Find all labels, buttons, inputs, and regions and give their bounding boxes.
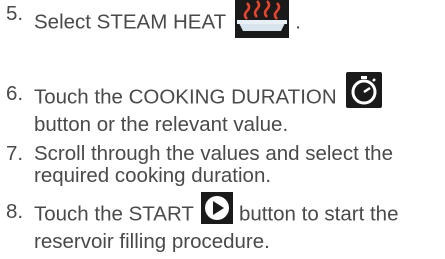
step-text: Scroll through the values and select the	[34, 142, 393, 165]
step-text: Touch the COOKING DURATION	[34, 85, 337, 109]
step-text: reservoir filling procedure.	[34, 230, 270, 253]
step-number: 6.	[6, 82, 24, 105]
play-icon	[201, 192, 234, 230]
step-number: 8.	[6, 200, 24, 223]
step-number: 5.	[6, 2, 24, 25]
step-text: button or the relevant value.	[34, 113, 289, 136]
step-text: required cooking duration.	[34, 164, 272, 187]
step-text: Select STEAM HEAT	[34, 10, 226, 34]
stopwatch-icon	[346, 72, 383, 114]
steam-heat-icon	[235, 0, 290, 44]
step-text-end: button to start the	[238, 202, 399, 226]
step-text-end: .	[295, 10, 301, 34]
step-number: 7.	[6, 142, 24, 165]
step-text: Touch the START	[34, 202, 194, 226]
